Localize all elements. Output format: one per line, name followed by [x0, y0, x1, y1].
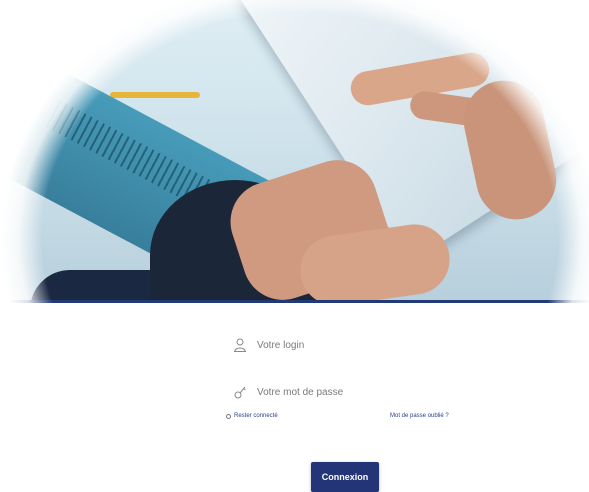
login-page: Rester connecté Mot de passe oublié ? Co…	[0, 0, 589, 492]
forgot-password-link[interactable]: Mot de passe oublié ?	[390, 413, 449, 419]
remember-me[interactable]: Rester connecté	[226, 413, 278, 419]
password-field	[233, 384, 457, 400]
user-icon	[233, 337, 247, 353]
remember-label: Rester connecté	[234, 413, 278, 419]
connexion-button[interactable]: Connexion	[311, 462, 379, 492]
password-input[interactable]	[257, 386, 457, 398]
hero-image	[0, 0, 589, 303]
login-field	[233, 337, 457, 353]
remember-checkbox[interactable]	[226, 413, 231, 419]
hero-divider	[0, 300, 589, 303]
key-icon	[233, 384, 247, 400]
pencil-shape	[110, 92, 200, 98]
login-input[interactable]	[257, 339, 457, 351]
